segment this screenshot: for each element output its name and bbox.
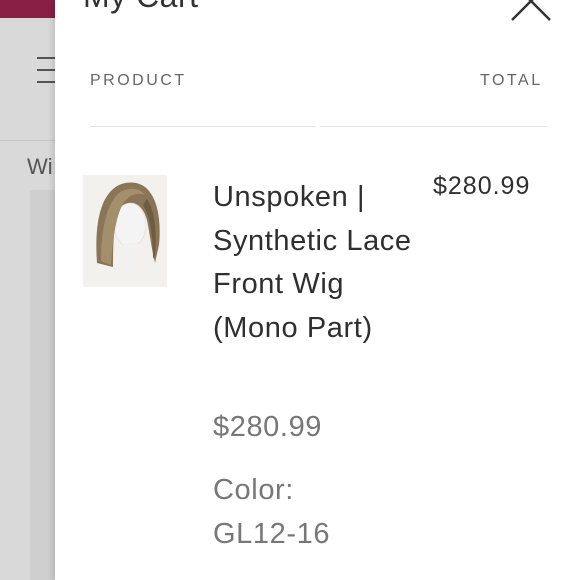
wig-image (83, 175, 167, 287)
line-total: $280.99 (433, 172, 531, 200)
color-label: Color: (213, 474, 294, 506)
cart-title: My Cart (83, 0, 199, 15)
header-divider (90, 126, 316, 127)
hamburger-menu-icon[interactable] (37, 57, 57, 93)
column-header-total: TOTAL (480, 72, 543, 89)
color-value: GL12-16 (213, 518, 331, 550)
header-divider (320, 126, 547, 127)
background-partial-text: Wi (27, 154, 53, 179)
close-cart-button[interactable] (510, 0, 552, 22)
cart-drawer: My Cart PRODUCT TOTAL Unspoken | Synthet… (55, 0, 580, 580)
product-name[interactable]: Unspoken | Synthetic Lace Front Wig (Mon… (213, 176, 413, 350)
product-price: $280.99 (213, 411, 323, 443)
column-header-product: PRODUCT (90, 72, 187, 89)
product-image[interactable] (83, 175, 167, 287)
close-icon (511, 0, 551, 21)
